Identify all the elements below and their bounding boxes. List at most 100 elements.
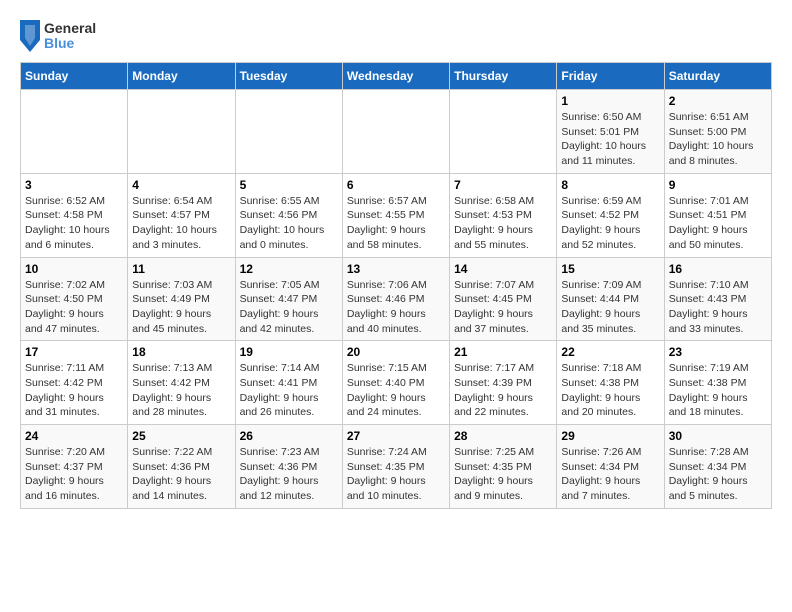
weekday-header-tuesday: Tuesday <box>235 63 342 90</box>
calendar-cell: 25Sunrise: 7:22 AM Sunset: 4:36 PM Dayli… <box>128 425 235 509</box>
calendar-cell: 13 Sunrise: 7:06 AM Sunset: 4:46 PM Dayli… <box>342 257 449 341</box>
calendar-week-3: 10 Sunrise: 7:02 AM Sunset: 4:50 PM Dayli… <box>21 257 772 341</box>
calendar-cell: 17Sunrise: 7:11 AM Sunset: 4:42 PM Dayli… <box>21 341 128 425</box>
day-info: Sunrise: 7:22 AM Sunset: 4:36 PM Dayligh… <box>132 445 230 504</box>
day-number: 9 <box>669 178 767 192</box>
calendar-cell: 18Sunrise: 7:13 AM Sunset: 4:42 PM Dayli… <box>128 341 235 425</box>
calendar-cell: 5 Sunrise: 6:55 AM Sunset: 4:56 PM Daylig… <box>235 173 342 257</box>
day-info: Sunrise: 7:03 AM Sunset: 4:49 PM Dayligh… <box>132 278 230 337</box>
day-number: 13 <box>347 262 445 276</box>
day-number: 19 <box>240 345 338 359</box>
calendar-cell: 29 Sunrise: 7:26 AM Sunset: 4:34 PM Dayli… <box>557 425 664 509</box>
logo-text: General Blue <box>20 20 96 52</box>
calendar-cell: 1 Sunrise: 6:50 AM Sunset: 5:01 PM Daylig… <box>557 90 664 174</box>
calendar-week-1: 1 Sunrise: 6:50 AM Sunset: 5:01 PM Daylig… <box>21 90 772 174</box>
day-number: 20 <box>347 345 445 359</box>
day-info: Sunrise: 7:19 AM Sunset: 4:38 PM Dayligh… <box>669 361 767 420</box>
day-info: Sunrise: 7:10 AM Sunset: 4:43 PM Dayligh… <box>669 278 767 337</box>
calendar-cell: 23Sunrise: 7:19 AM Sunset: 4:38 PM Dayli… <box>664 341 771 425</box>
calendar-cell <box>128 90 235 174</box>
calendar-cell: 14Sunrise: 7:07 AM Sunset: 4:45 PM Dayli… <box>450 257 557 341</box>
day-info: Sunrise: 6:54 AM Sunset: 4:57 PM Dayligh… <box>132 194 230 253</box>
day-number: 4 <box>132 178 230 192</box>
day-number: 29 <box>561 429 659 443</box>
weekday-header-friday: Friday <box>557 63 664 90</box>
calendar-cell: 4 Sunrise: 6:54 AM Sunset: 4:57 PM Daylig… <box>128 173 235 257</box>
day-number: 10 <box>25 262 123 276</box>
day-info: Sunrise: 7:26 AM Sunset: 4:34 PM Dayligh… <box>561 445 659 504</box>
day-info: Sunrise: 7:14 AM Sunset: 4:41 PM Dayligh… <box>240 361 338 420</box>
calendar-cell: 11 Sunrise: 7:03 AM Sunset: 4:49 PM Dayli… <box>128 257 235 341</box>
calendar-cell <box>450 90 557 174</box>
day-number: 27 <box>347 429 445 443</box>
calendar-cell: 30Sunrise: 7:28 AM Sunset: 4:34 PM Dayli… <box>664 425 771 509</box>
calendar-cell: 6 Sunrise: 6:57 AM Sunset: 4:55 PM Daylig… <box>342 173 449 257</box>
day-info: Sunrise: 7:06 AM Sunset: 4:46 PM Dayligh… <box>347 278 445 337</box>
day-number: 7 <box>454 178 552 192</box>
day-info: Sunrise: 6:58 AM Sunset: 4:53 PM Dayligh… <box>454 194 552 253</box>
calendar-week-2: 3 Sunrise: 6:52 AM Sunset: 4:58 PM Daylig… <box>21 173 772 257</box>
day-number: 22 <box>561 345 659 359</box>
weekday-row: SundayMondayTuesdayWednesdayThursdayFrid… <box>21 63 772 90</box>
calendar-cell: 10 Sunrise: 7:02 AM Sunset: 4:50 PM Dayli… <box>21 257 128 341</box>
day-info: Sunrise: 7:18 AM Sunset: 4:38 PM Dayligh… <box>561 361 659 420</box>
weekday-header-monday: Monday <box>128 63 235 90</box>
logo-general: General <box>44 21 96 36</box>
logo-shape-icon <box>20 20 40 52</box>
calendar-cell: 15Sunrise: 7:09 AM Sunset: 4:44 PM Dayli… <box>557 257 664 341</box>
day-info: Sunrise: 7:09 AM Sunset: 4:44 PM Dayligh… <box>561 278 659 337</box>
weekday-header-wednesday: Wednesday <box>342 63 449 90</box>
day-number: 6 <box>347 178 445 192</box>
day-info: Sunrise: 6:55 AM Sunset: 4:56 PM Dayligh… <box>240 194 338 253</box>
day-number: 18 <box>132 345 230 359</box>
day-info: Sunrise: 7:28 AM Sunset: 4:34 PM Dayligh… <box>669 445 767 504</box>
calendar-cell: 12 Sunrise: 7:05 AM Sunset: 4:47 PM Dayli… <box>235 257 342 341</box>
calendar-cell <box>342 90 449 174</box>
calendar-body: 1 Sunrise: 6:50 AM Sunset: 5:01 PM Daylig… <box>21 90 772 509</box>
calendar-cell: 9 Sunrise: 7:01 AM Sunset: 4:51 PM Daylig… <box>664 173 771 257</box>
day-info: Sunrise: 6:51 AM Sunset: 5:00 PM Dayligh… <box>669 110 767 169</box>
calendar-cell: 8 Sunrise: 6:59 AM Sunset: 4:52 PM Daylig… <box>557 173 664 257</box>
day-info: Sunrise: 7:05 AM Sunset: 4:47 PM Dayligh… <box>240 278 338 337</box>
day-info: Sunrise: 7:01 AM Sunset: 4:51 PM Dayligh… <box>669 194 767 253</box>
day-number: 14 <box>454 262 552 276</box>
calendar-week-5: 24Sunrise: 7:20 AM Sunset: 4:37 PM Dayli… <box>21 425 772 509</box>
calendar-cell: 28Sunrise: 7:25 AM Sunset: 4:35 PM Dayli… <box>450 425 557 509</box>
day-number: 5 <box>240 178 338 192</box>
day-info: Sunrise: 7:23 AM Sunset: 4:36 PM Dayligh… <box>240 445 338 504</box>
calendar-cell: 26 Sunrise: 7:23 AM Sunset: 4:36 PM Dayli… <box>235 425 342 509</box>
day-info: Sunrise: 7:17 AM Sunset: 4:39 PM Dayligh… <box>454 361 552 420</box>
day-number: 8 <box>561 178 659 192</box>
calendar-cell: 19 Sunrise: 7:14 AM Sunset: 4:41 PM Dayli… <box>235 341 342 425</box>
day-number: 11 <box>132 262 230 276</box>
logo-blue: Blue <box>44 36 96 51</box>
calendar-cell <box>21 90 128 174</box>
calendar-cell: 24Sunrise: 7:20 AM Sunset: 4:37 PM Dayli… <box>21 425 128 509</box>
day-number: 3 <box>25 178 123 192</box>
calendar-header: SundayMondayTuesdayWednesdayThursdayFrid… <box>21 63 772 90</box>
day-info: Sunrise: 6:50 AM Sunset: 5:01 PM Dayligh… <box>561 110 659 169</box>
calendar-cell: 16Sunrise: 7:10 AM Sunset: 4:43 PM Dayli… <box>664 257 771 341</box>
calendar-table: SundayMondayTuesdayWednesdayThursdayFrid… <box>20 62 772 509</box>
day-info: Sunrise: 7:02 AM Sunset: 4:50 PM Dayligh… <box>25 278 123 337</box>
weekday-header-saturday: Saturday <box>664 63 771 90</box>
calendar-cell: 27 Sunrise: 7:24 AM Sunset: 4:35 PM Dayli… <box>342 425 449 509</box>
day-info: Sunrise: 7:24 AM Sunset: 4:35 PM Dayligh… <box>347 445 445 504</box>
day-info: Sunrise: 6:59 AM Sunset: 4:52 PM Dayligh… <box>561 194 659 253</box>
calendar-cell: 21Sunrise: 7:17 AM Sunset: 4:39 PM Dayli… <box>450 341 557 425</box>
logo: General Blue <box>20 20 96 52</box>
day-number: 17 <box>25 345 123 359</box>
weekday-header-thursday: Thursday <box>450 63 557 90</box>
day-info: Sunrise: 6:57 AM Sunset: 4:55 PM Dayligh… <box>347 194 445 253</box>
calendar-cell: 2Sunrise: 6:51 AM Sunset: 5:00 PM Daylig… <box>664 90 771 174</box>
day-number: 1 <box>561 94 659 108</box>
weekday-header-sunday: Sunday <box>21 63 128 90</box>
day-number: 26 <box>240 429 338 443</box>
calendar-cell <box>235 90 342 174</box>
day-info: Sunrise: 7:25 AM Sunset: 4:35 PM Dayligh… <box>454 445 552 504</box>
calendar-week-4: 17Sunrise: 7:11 AM Sunset: 4:42 PM Dayli… <box>21 341 772 425</box>
day-info: Sunrise: 6:52 AM Sunset: 4:58 PM Dayligh… <box>25 194 123 253</box>
calendar-cell: 20Sunrise: 7:15 AM Sunset: 4:40 PM Dayli… <box>342 341 449 425</box>
day-info: Sunrise: 7:20 AM Sunset: 4:37 PM Dayligh… <box>25 445 123 504</box>
day-number: 12 <box>240 262 338 276</box>
